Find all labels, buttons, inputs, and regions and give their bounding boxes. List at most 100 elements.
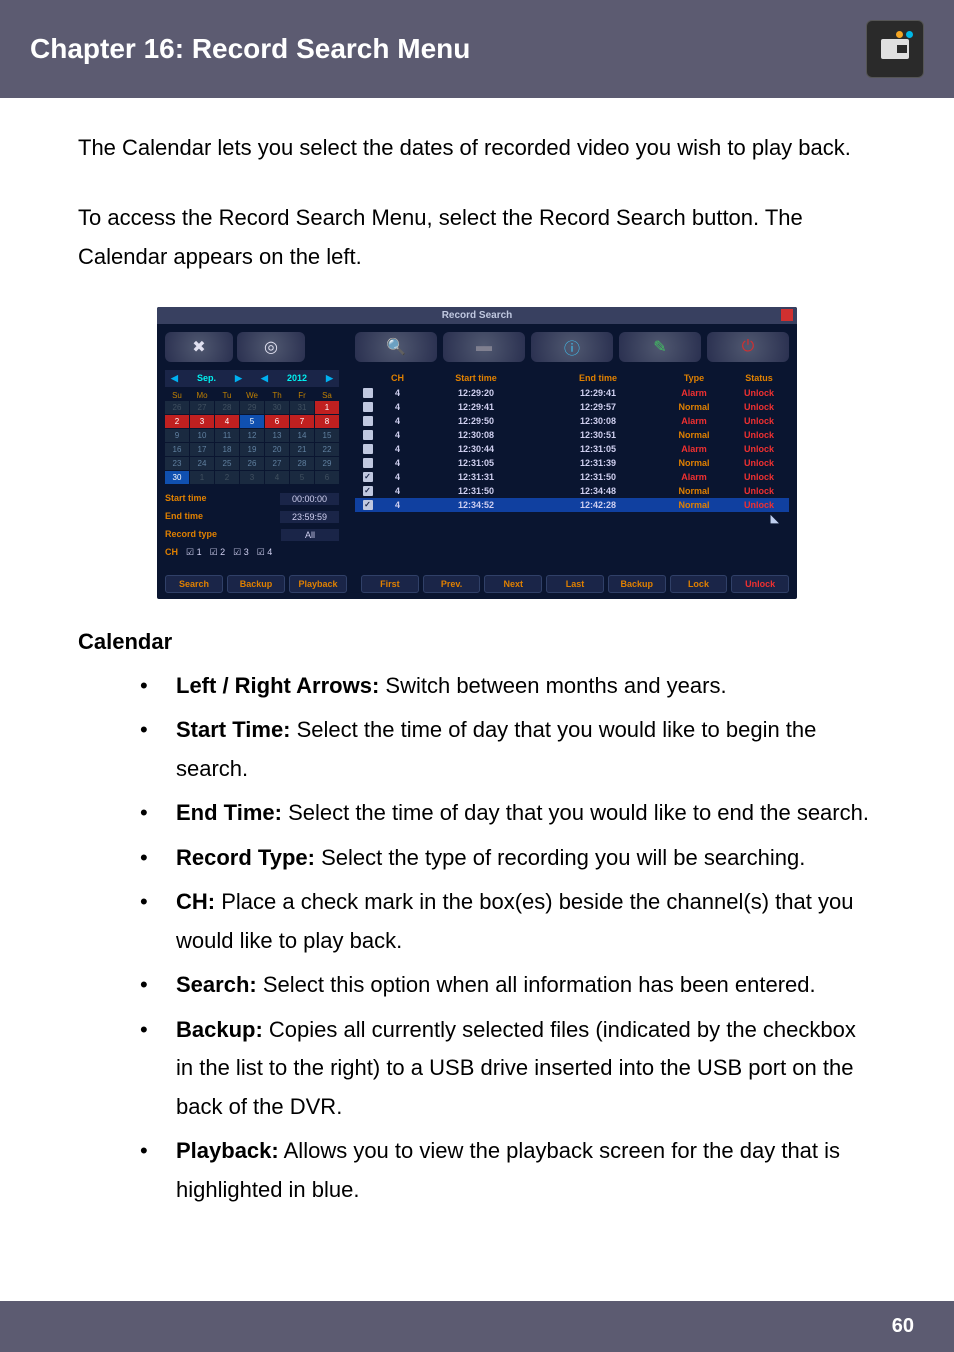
ss-rtab-hdd-icon[interactable]: ▬: [443, 332, 525, 362]
calendar-day[interactable]: 5: [240, 415, 264, 428]
lock-button[interactable]: Lock: [670, 575, 728, 593]
month-left-arrow-icon[interactable]: ◀: [171, 373, 178, 384]
table-row[interactable]: 412:29:2012:29:41AlarmUnlock: [355, 386, 789, 400]
table-row[interactable]: ✓412:31:5012:34:48NormalUnlock: [355, 484, 789, 498]
calendar-day[interactable]: 10: [190, 429, 214, 442]
backup-button[interactable]: Backup: [608, 575, 666, 593]
record-type-value[interactable]: All: [281, 529, 339, 541]
playback-button[interactable]: Playback: [289, 575, 347, 593]
calendar-day[interactable]: 6: [315, 471, 339, 484]
bullet-list: Left / Right Arrows: Switch between mont…: [78, 667, 876, 1210]
row-checkbox[interactable]: [363, 416, 373, 426]
ss-tab-tools-icon[interactable]: ✖: [165, 332, 233, 362]
calendar-day[interactable]: 2: [215, 471, 239, 484]
start-time-value[interactable]: 00:00:00: [280, 493, 339, 505]
table-row[interactable]: 412:30:0812:30:51NormalUnlock: [355, 428, 789, 442]
end-time-value[interactable]: 23:59:59: [280, 511, 339, 523]
calendar-day[interactable]: 27: [265, 457, 289, 470]
row-checkbox[interactable]: [363, 388, 373, 398]
ss-rtab-search-icon[interactable]: 🔍: [355, 332, 437, 362]
backup-button[interactable]: Backup: [227, 575, 285, 593]
ss-rtab-info-icon[interactable]: ⓘ: [531, 332, 613, 362]
ch-checkbox[interactable]: ☑ 1: [186, 547, 202, 558]
unlock-button[interactable]: Unlock: [731, 575, 789, 593]
calendar-day[interactable]: 17: [190, 443, 214, 456]
table-row[interactable]: 412:29:4112:29:57NormalUnlock: [355, 400, 789, 414]
table-row[interactable]: 412:30:4412:31:05AlarmUnlock: [355, 442, 789, 456]
last-button[interactable]: Last: [546, 575, 604, 593]
calendar-day[interactable]: 20: [265, 443, 289, 456]
ss-rtab-power-icon[interactable]: ⏻: [707, 332, 789, 362]
year-left-arrow-icon[interactable]: ◀: [261, 373, 268, 384]
next-button[interactable]: Next: [484, 575, 542, 593]
calendar-day[interactable]: 28: [290, 457, 314, 470]
calendar-day[interactable]: 8: [315, 415, 339, 428]
ss-tab-target-icon[interactable]: ◎: [237, 332, 305, 362]
ss-rtab-tools-icon[interactable]: ✎: [619, 332, 701, 362]
calendar-day[interactable]: 11: [215, 429, 239, 442]
calendar-day[interactable]: 1: [315, 401, 339, 414]
calendar-day[interactable]: 4: [265, 471, 289, 484]
row-checkbox[interactable]: [363, 430, 373, 440]
calendar-day[interactable]: 27: [190, 401, 214, 414]
calendar-day[interactable]: 1: [190, 471, 214, 484]
calendar-day[interactable]: 30: [265, 401, 289, 414]
calendar-day[interactable]: 26: [165, 401, 189, 414]
calendar-day[interactable]: 28: [215, 401, 239, 414]
calendar-day[interactable]: 12: [240, 429, 264, 442]
close-icon[interactable]: [781, 309, 793, 321]
row-checkbox[interactable]: ✓: [363, 472, 373, 482]
ch-checkbox[interactable]: ☑ 2: [210, 547, 226, 558]
ch-checkbox[interactable]: ☑ 3: [233, 547, 249, 558]
row-checkbox[interactable]: [363, 402, 373, 412]
calendar-day[interactable]: 24: [190, 457, 214, 470]
search-button[interactable]: Search: [165, 575, 223, 593]
calendar-day[interactable]: 22: [315, 443, 339, 456]
calendar-day[interactable]: 23: [165, 457, 189, 470]
calendar-day[interactable]: 5: [290, 471, 314, 484]
calendar-day[interactable]: 16: [165, 443, 189, 456]
row-checkbox[interactable]: ✓: [363, 486, 373, 496]
row-checkbox[interactable]: ✓: [363, 500, 373, 510]
calendar-day[interactable]: 25: [215, 457, 239, 470]
first-button[interactable]: First: [361, 575, 419, 593]
table-row[interactable]: 412:31:0512:31:39NormalUnlock: [355, 456, 789, 470]
calendar-day[interactable]: 13: [265, 429, 289, 442]
calendar-day[interactable]: 14: [290, 429, 314, 442]
ss-calendar-grid: 2627282930311234567891011121314151617181…: [165, 401, 339, 484]
table-header: Status: [729, 373, 789, 383]
month-right-arrow-icon[interactable]: ▶: [235, 373, 242, 384]
table-row[interactable]: ✓412:31:3112:31:50AlarmUnlock: [355, 470, 789, 484]
calendar-day[interactable]: 7: [290, 415, 314, 428]
calendar-day[interactable]: 29: [240, 401, 264, 414]
calendar-day[interactable]: 2: [165, 415, 189, 428]
prev-button[interactable]: Prev.: [423, 575, 481, 593]
calendar-day[interactable]: 3: [240, 471, 264, 484]
bullet-item: Left / Right Arrows: Switch between mont…: [140, 667, 876, 706]
calendar-day[interactable]: 30: [165, 471, 189, 484]
table-row[interactable]: ✓412:34:5212:42:28NormalUnlock: [355, 498, 789, 512]
bullet-label: Backup:: [176, 1017, 263, 1042]
table-cell: 12:29:41: [415, 402, 537, 412]
scroll-indicator-icon[interactable]: ◣: [355, 512, 789, 525]
ss-cal-dow: SuMoTuWeThFrSa: [165, 391, 339, 400]
calendar-day[interactable]: 3: [190, 415, 214, 428]
calendar-day[interactable]: 19: [240, 443, 264, 456]
calendar-day[interactable]: 21: [290, 443, 314, 456]
calendar-day[interactable]: 29: [315, 457, 339, 470]
year-right-arrow-icon[interactable]: ▶: [326, 373, 333, 384]
calendar-day[interactable]: 4: [215, 415, 239, 428]
row-checkbox[interactable]: [363, 444, 373, 454]
row-checkbox[interactable]: [363, 458, 373, 468]
page-number: 60: [892, 1315, 914, 1337]
bullet-label: Left / Right Arrows:: [176, 673, 379, 698]
table-row[interactable]: 412:29:5012:30:08AlarmUnlock: [355, 414, 789, 428]
calendar-day[interactable]: 9: [165, 429, 189, 442]
calendar-day[interactable]: 18: [215, 443, 239, 456]
calendar-day[interactable]: 15: [315, 429, 339, 442]
calendar-day[interactable]: 6: [265, 415, 289, 428]
ch-checkbox[interactable]: ☑ 4: [257, 547, 273, 558]
table-cell: 12:30:51: [537, 430, 659, 440]
calendar-day[interactable]: 31: [290, 401, 314, 414]
calendar-day[interactable]: 26: [240, 457, 264, 470]
